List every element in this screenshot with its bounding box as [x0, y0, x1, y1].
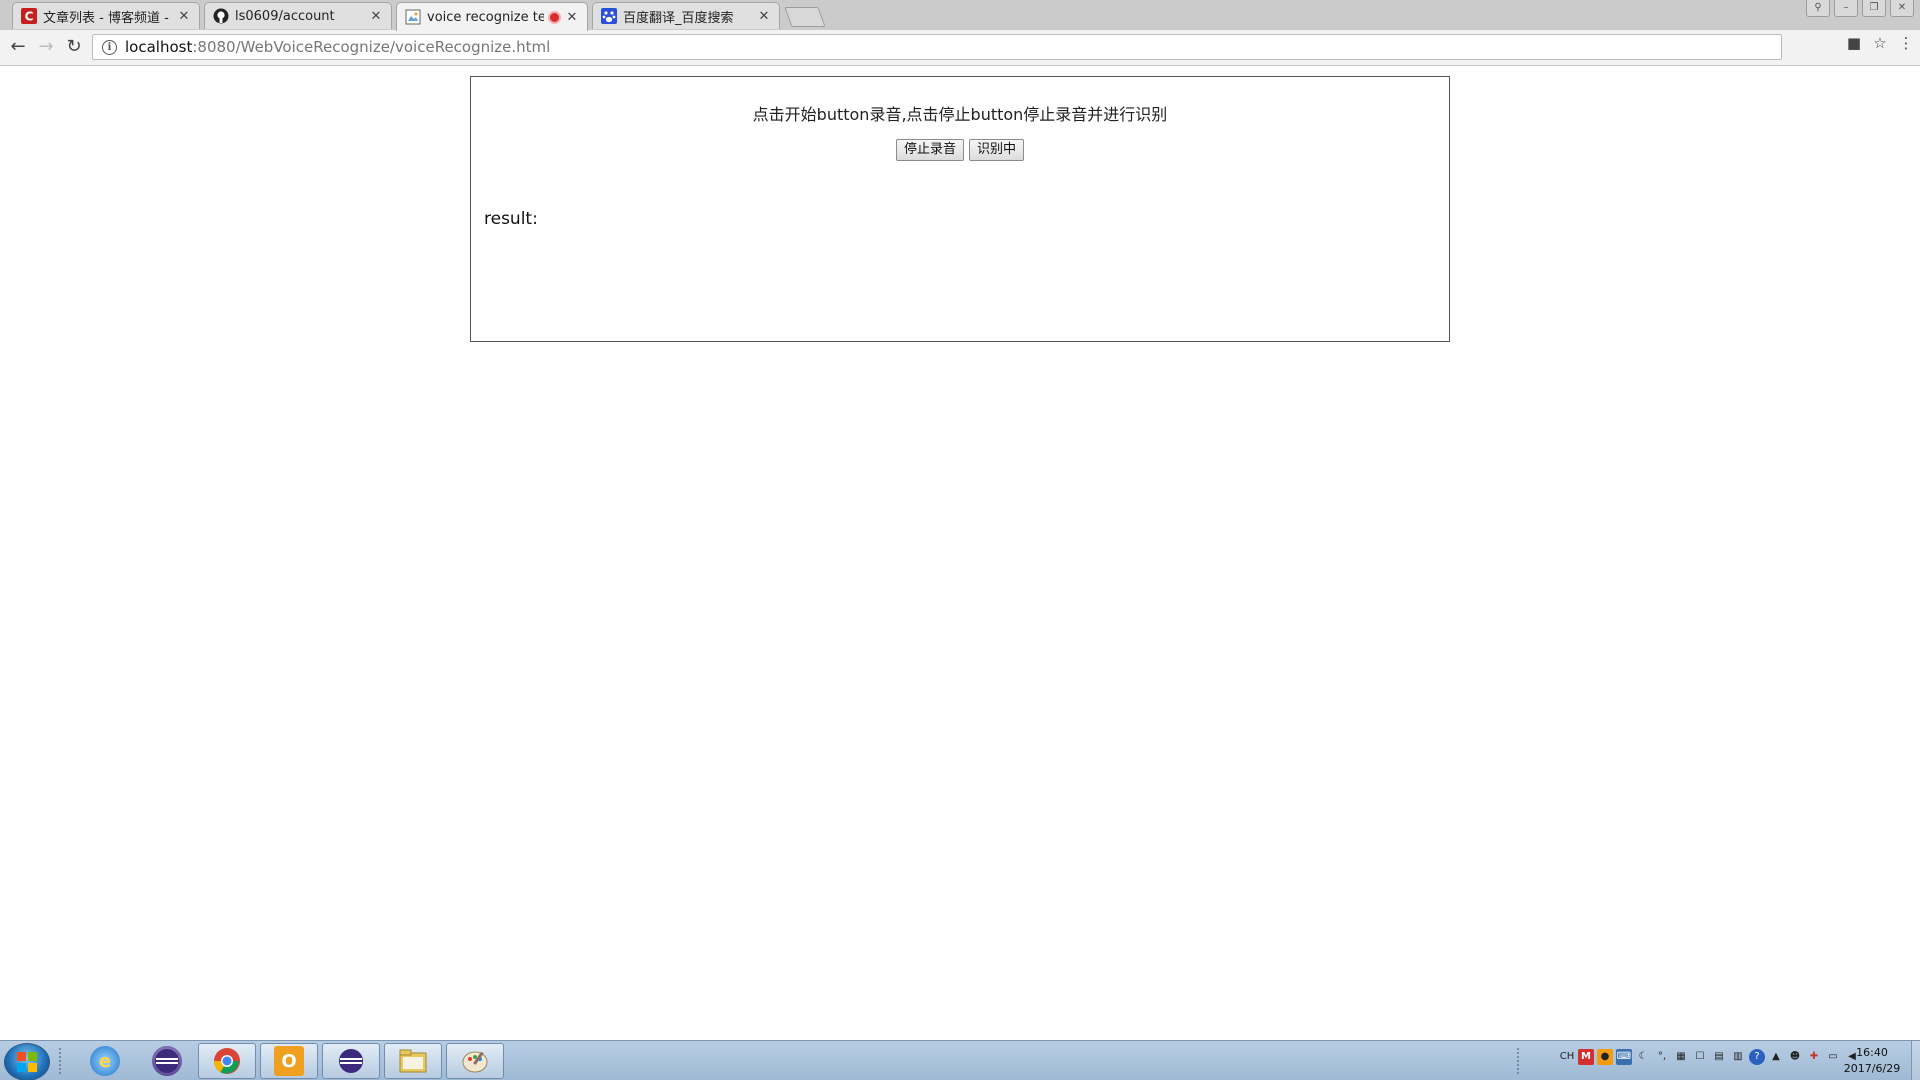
clock-time: 16:40: [1856, 1046, 1888, 1059]
close-icon[interactable]: ✕: [369, 9, 383, 24]
recognizing-button[interactable]: 识别中: [969, 139, 1025, 161]
info-icon[interactable]: i: [102, 39, 117, 55]
qq-icon[interactable]: ☻: [1787, 1049, 1803, 1065]
camera-icon[interactable]: ■: [1844, 34, 1864, 52]
tools-icon[interactable]: ☐: [1692, 1049, 1708, 1065]
internet-explorer-icon: e: [90, 1046, 120, 1076]
svg-text:C: C: [25, 10, 34, 24]
url-path: :8080/WebVoiceRecognize/voiceRecognize.h…: [192, 38, 551, 56]
taskbar-app-chrome[interactable]: [198, 1043, 256, 1079]
recording-indicator-icon: [548, 10, 561, 24]
back-icon[interactable]: ←: [6, 36, 30, 58]
csdn-icon: C: [21, 8, 37, 24]
url-host: localhost: [125, 38, 193, 56]
outlook-icon: O: [274, 1046, 304, 1076]
app-tray-icon[interactable]: ●: [1597, 1049, 1613, 1065]
taskbar-grip: [58, 1047, 62, 1075]
bookmark-star-icon[interactable]: ☆: [1870, 34, 1890, 52]
start-button[interactable]: [4, 1043, 50, 1080]
toolbar-actions: ■ ☆ ⋮: [1844, 34, 1916, 52]
taskbar-app-ie[interactable]: e: [76, 1043, 134, 1079]
baidu-icon: [601, 8, 617, 24]
paint-icon: [460, 1046, 490, 1076]
taskbar-app-explorer[interactable]: [384, 1043, 442, 1079]
reload-icon[interactable]: ↻: [62, 36, 86, 58]
taskbar-app-paint[interactable]: [446, 1043, 504, 1079]
chrome-icon: [212, 1046, 242, 1076]
tab-baidu[interactable]: 百度翻译_百度搜索 ✕: [592, 2, 780, 29]
page-icon: [405, 9, 421, 25]
user-profile-icon[interactable]: ⚲: [1806, 0, 1830, 17]
taskbar-app-outlook[interactable]: O: [260, 1043, 318, 1079]
system-tray: CH M ● ⌨ ☾ °, ▦ ☐ ▤ ▥ ? ▲ ☻ ✚ ▭ ◀: [1559, 1049, 1860, 1065]
github-icon: [213, 8, 229, 24]
tray-expand-icon[interactable]: ▲: [1768, 1049, 1784, 1065]
file-explorer-icon: [398, 1046, 428, 1076]
taskbar: e O CH M ● ⌨ ☾ °, ▦ ☐ ▤ ▥ ? ▲ ☻ ✚ ▭ ◀ 16…: [0, 1040, 1920, 1080]
result-label: result:: [484, 209, 538, 229]
tab-label: 百度翻译_百度搜索: [623, 10, 734, 26]
help-icon[interactable]: ?: [1749, 1049, 1765, 1065]
keyboard-icon[interactable]: ⌨: [1616, 1049, 1632, 1065]
menu-icon[interactable]: ⋮: [1896, 34, 1916, 52]
address-bar[interactable]: i localhost:8080/WebVoiceRecognize/voice…: [92, 34, 1782, 60]
tab-github[interactable]: ls0609/account ✕: [204, 2, 392, 29]
tab-strip: C 文章列表 - 博客频道 - C ✕ ls0609/account ✕ voi…: [0, 0, 1920, 31]
tab-voice-recognize[interactable]: voice recognize test ✕: [396, 2, 588, 31]
windows-logo-icon: [17, 1052, 37, 1072]
window-controls: ⚲ – ❐ ✕: [1806, 0, 1914, 18]
button-row: 停止录音 识别中: [471, 139, 1449, 161]
voice-recognize-panel: 点击开始button录音,点击停止button停止录音并进行识别 停止录音 识别…: [470, 76, 1450, 342]
tab-label: voice recognize test: [427, 9, 544, 25]
restore-icon[interactable]: ❐: [1862, 0, 1886, 17]
show-desktop-button[interactable]: [1911, 1041, 1920, 1080]
close-window-icon[interactable]: ✕: [1890, 0, 1914, 17]
close-icon[interactable]: ✕: [177, 9, 191, 24]
stop-recording-button[interactable]: 停止录音: [895, 139, 964, 161]
forward-icon[interactable]: →: [34, 36, 58, 58]
security-icon[interactable]: ✚: [1806, 1049, 1822, 1065]
clock[interactable]: 16:40 2017/6/29: [1832, 1045, 1912, 1077]
tab-csdn[interactable]: C 文章列表 - 博客频道 - C ✕: [12, 2, 200, 29]
network-icon[interactable]: ▤: [1711, 1049, 1727, 1065]
tab-label: ls0609/account: [235, 8, 335, 24]
new-tab-button[interactable]: [784, 7, 826, 27]
settings-icon[interactable]: ▥: [1730, 1049, 1746, 1065]
taskbar-app-eclipse-2[interactable]: [322, 1043, 380, 1079]
moon-icon[interactable]: ☾: [1635, 1049, 1651, 1065]
browser-toolbar: ← → ↻ i localhost:8080/WebVoiceRecognize…: [0, 30, 1920, 66]
clock-date: 2017/6/29: [1843, 1062, 1901, 1075]
close-icon[interactable]: ✕: [565, 10, 579, 25]
tray-grip: [1516, 1047, 1520, 1075]
eclipse-icon: [152, 1046, 182, 1076]
close-icon[interactable]: ✕: [757, 9, 771, 24]
punctuation-icon[interactable]: °,: [1654, 1049, 1670, 1065]
instruction-text: 点击开始button录音,点击停止button停止录音并进行识别: [752, 105, 1168, 124]
tab-label: 文章列表 - 博客频道 - C: [43, 10, 173, 26]
taskbar-app-eclipse[interactable]: [138, 1043, 196, 1079]
minimize-icon[interactable]: –: [1834, 0, 1858, 17]
mail-icon[interactable]: M: [1578, 1049, 1594, 1065]
page-content: 点击开始button录音,点击停止button停止录音并进行识别 停止录音 识别…: [0, 66, 1920, 1040]
softkeyboard-icon[interactable]: ▦: [1673, 1049, 1689, 1065]
language-indicator[interactable]: CH: [1559, 1049, 1575, 1065]
eclipse-icon: [336, 1046, 366, 1076]
